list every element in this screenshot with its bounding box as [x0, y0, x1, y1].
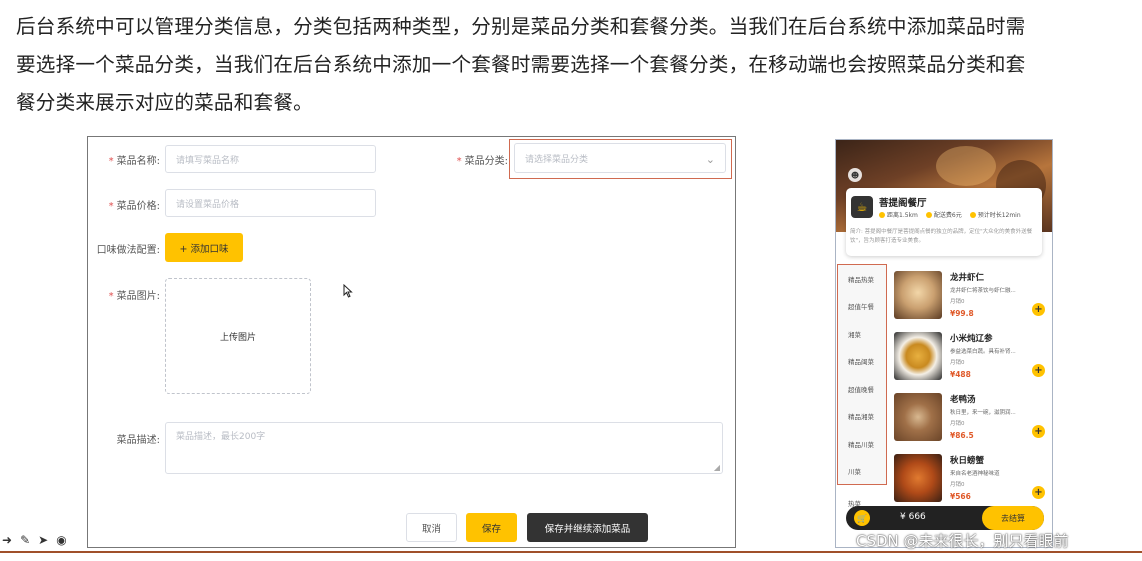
clock-icon: [969, 212, 976, 218]
pointer-icon[interactable]: ➤: [38, 533, 48, 547]
category-item[interactable]: 精品热菜: [838, 265, 886, 293]
category-item[interactable]: 湘菜: [838, 320, 886, 348]
dish-category-select[interactable]: 请选择菜品分类 ⌄: [514, 143, 726, 173]
category-item[interactable]: 精品川菜: [838, 430, 886, 458]
save-button[interactable]: 保存: [466, 513, 517, 542]
add-dish-button[interactable]: +: [1032, 486, 1045, 499]
category-item[interactable]: 超值晚餐: [838, 375, 886, 403]
dish-category-highlight: 请选择菜品分类 ⌄: [509, 139, 732, 179]
category-item[interactable]: 精品闽菜: [838, 348, 886, 376]
category-item[interactable]: 精品湘菜: [838, 403, 886, 431]
watermark: CSDN @未来很长，别只看眼前: [856, 532, 1069, 550]
image-upload-area[interactable]: 上传图片: [165, 278, 311, 394]
cart-total: ¥ 666: [900, 512, 926, 522]
dish-image: [894, 332, 942, 380]
dish-item[interactable]: 秋日螃蟹 来自名老酒神秘味道 月销0 ¥566 +: [894, 454, 1046, 512]
cancel-button[interactable]: 取消: [406, 513, 457, 542]
save-and-continue-button[interactable]: 保存并继续添加菜品: [527, 513, 648, 542]
intro-line-1: 后台系统中可以管理分类信息，分类包括两种类型，分别是菜品分类和套餐分类。当我们在…: [16, 15, 1026, 38]
add-dish-form: * 菜品名称: 请填写菜品名称 * 菜品分类: 请选择菜品分类 ⌄ * 菜品价格: 请…: [87, 136, 736, 548]
delivery-icon: [925, 212, 932, 218]
eraser-icon[interactable]: ✎: [20, 533, 30, 547]
dish-image: [894, 271, 942, 319]
dish-category-label: * 菜品分类:: [456, 156, 508, 167]
shop-meta: 距离1.5km 配送费6元 预计时长12min: [879, 210, 1021, 219]
checkout-button[interactable]: 去结算: [982, 506, 1044, 530]
shop-name: 菩提阁餐厅: [879, 198, 927, 209]
dish-image: [894, 454, 942, 502]
dish-desc-textarea[interactable]: 菜品描述，最长200字 ◢: [165, 422, 723, 474]
dish-desc-label: 菜品描述:: [116, 435, 160, 446]
resize-handle-icon[interactable]: ◢: [714, 463, 720, 472]
category-item[interactable]: 超值午餐: [838, 293, 886, 321]
dish-name-label: * 菜品名称:: [108, 156, 160, 167]
mobile-preview: ☻ ☕ 菩提阁餐厅 距离1.5km 配送费6元 预计时长12min 简介: 菩提…: [835, 139, 1053, 548]
bottom-divider: [0, 551, 1142, 553]
shop-logo-icon: ☕: [851, 196, 873, 218]
dish-item[interactable]: 小米炖辽参 参益选菜白蔬。具有补肾... 月销0 ¥488 +: [894, 332, 1046, 390]
arrow-icon[interactable]: ➜: [2, 533, 12, 547]
category-list: 精品热菜 超值午餐 湘菜 精品闽菜 超值晚餐 精品湘菜 精品川菜 川菜: [837, 264, 887, 485]
dish-image-label: * 菜品图片:: [108, 291, 160, 302]
mouse-cursor-icon: [343, 284, 353, 298]
cart-bar[interactable]: 🛒 ¥ 666 去结算: [846, 506, 1044, 530]
delivery-fee-info: 配送费6元: [925, 210, 962, 219]
eta-info: 预计时长12min: [969, 210, 1021, 219]
record-icon[interactable]: ◉: [56, 533, 66, 547]
intro-paragraph: 后台系统中可以管理分类信息，分类包括两种类型，分别是菜品分类和套餐分类。当我们在…: [16, 8, 1141, 122]
intro-line-2: 要选择一个菜品分类，当我们在后台系统中添加一个套餐时需要选择一个套餐分类，在移动…: [16, 53, 1026, 76]
add-flavor-button[interactable]: + 添加口味: [165, 233, 243, 262]
intro-line-3: 餐分类来展示对应的菜品和套餐。: [16, 91, 313, 114]
dish-name-input[interactable]: 请填写菜品名称: [165, 145, 376, 173]
shop-intro: 简介: 菩提阁中餐厅是菩提阁点餐的独立的品牌，定位"大众化的美食外送餐饮"，旨为…: [850, 229, 1033, 244]
cart-icon[interactable]: 🛒: [854, 510, 870, 526]
dish-price-input[interactable]: 请设置菜品价格: [165, 189, 376, 217]
upload-image-text: 上传图片: [219, 332, 256, 343]
chevron-down-icon: ⌄: [705, 153, 715, 166]
add-dish-button[interactable]: +: [1032, 364, 1045, 377]
annotation-toolbar: ➜ ✎ ➤ ◉: [2, 533, 67, 547]
dish-item[interactable]: 老鸭汤 秋日里，来一碗，滋阴润... 月销0 ¥86.5 +: [894, 393, 1046, 451]
flavor-config-label: 口味做法配置:: [96, 245, 160, 256]
distance-info: 距离1.5km: [879, 210, 918, 219]
user-icon[interactable]: ☻: [848, 168, 862, 182]
shop-info-card: ☕ 菩提阁餐厅 距离1.5km 配送费6元 预计时长12min 简介: 菩提阁中…: [846, 188, 1042, 256]
add-dish-button[interactable]: +: [1032, 425, 1045, 438]
dish-image: [894, 393, 942, 441]
add-dish-button[interactable]: +: [1032, 303, 1045, 316]
location-icon: [879, 212, 885, 218]
dish-item[interactable]: 龙井虾仁 龙井虾仁将茶饮与虾仁融... 月销0 ¥99.8 +: [894, 271, 1046, 329]
category-item[interactable]: 川菜: [838, 458, 886, 486]
dish-price-label: * 菜品价格:: [108, 201, 160, 212]
